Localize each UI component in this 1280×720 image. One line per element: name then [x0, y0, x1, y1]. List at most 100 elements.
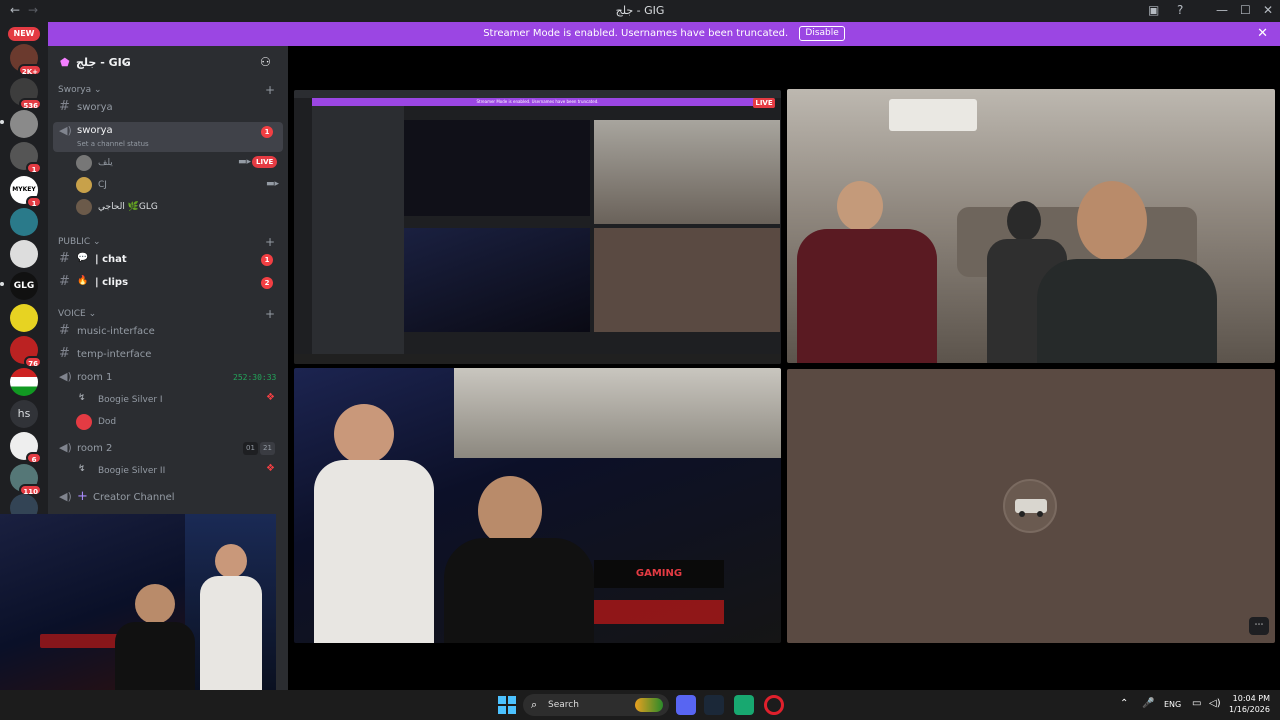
server-icon-9[interactable]	[10, 304, 38, 332]
server-icon-4[interactable]: 1	[10, 142, 42, 174]
close-icon[interactable]: ✕	[1263, 3, 1273, 17]
server-icon-14[interactable]: 110	[10, 464, 42, 496]
search-box[interactable]: ⌕ Search	[523, 694, 669, 716]
live-indicator: LIVE	[753, 98, 775, 108]
hashtag-icon: #	[59, 346, 70, 361]
microphone-icon[interactable]: 🎤	[1142, 698, 1154, 709]
fire-icon: 🔥	[77, 276, 89, 286]
app-taskbar-icon[interactable]	[734, 695, 754, 715]
speaker-icon: ◀)	[59, 490, 72, 503]
camera-tile-gaming[interactable]: GAMING	[294, 368, 781, 643]
speaker-icon: ◀)	[59, 370, 72, 383]
hashtag-icon: #	[59, 274, 70, 289]
network-icon[interactable]: ▭	[1192, 698, 1201, 709]
screen-share-tile[interactable]: Streamer Mode is enabled. Usernames have…	[294, 90, 781, 364]
channel-room-1[interactable]: ◀) room 1 252:30:33	[53, 368, 283, 388]
boost-icon: ⬟	[60, 56, 70, 69]
help-icon[interactable]: ?	[1177, 3, 1183, 17]
discord-taskbar-icon[interactable]	[676, 695, 696, 715]
disable-button[interactable]: Disable	[799, 25, 845, 41]
hashtag-icon: #	[59, 251, 70, 266]
speech-bubble-icon: 💬	[77, 253, 89, 263]
self-camera-preview[interactable]	[0, 514, 276, 692]
channel-creator[interactable]: ◀) + Creator Channel	[53, 488, 283, 508]
person-body	[1037, 259, 1217, 363]
clock-time[interactable]: 10:04 PM	[1230, 694, 1270, 703]
server-icon-6[interactable]	[10, 208, 38, 236]
new-badge[interactable]: NEW	[8, 27, 40, 41]
user-count: 01	[243, 442, 258, 455]
maximize-icon[interactable]: ☐	[1240, 3, 1251, 17]
mention-badge: 1	[26, 196, 42, 208]
person-head	[135, 584, 175, 624]
person-body	[115, 622, 195, 692]
channel-clips[interactable]: # 🔥 | clips 2	[53, 273, 283, 293]
add-channel-icon[interactable]: +	[265, 235, 275, 249]
server-icon-11[interactable]	[10, 368, 38, 396]
invite-people-icon[interactable]: ⚇	[260, 55, 271, 69]
stage-icon: ❖	[266, 392, 275, 403]
user-avatar	[1003, 479, 1057, 533]
volume-icon[interactable]: ◁)	[1209, 698, 1221, 709]
streamer-mode-banner: Streamer Mode is enabled. Usernames have…	[48, 22, 1280, 46]
avatar-tile[interactable]: ⋯	[787, 369, 1275, 643]
close-banner-icon[interactable]: ✕	[1257, 22, 1268, 46]
minimize-icon[interactable]: —	[1216, 3, 1228, 17]
channel-temp-interface[interactable]: # temp-interface	[53, 345, 283, 365]
category-voice[interactable]: VOICE ⌄ +	[58, 307, 275, 321]
unread-pip	[0, 120, 4, 124]
server-icon-13[interactable]: 6	[10, 432, 42, 464]
channel-chat[interactable]: # 💬 | chat 1	[53, 250, 283, 270]
server-icon-hs[interactable]: hs	[10, 400, 38, 428]
add-channel-icon[interactable]: +	[265, 83, 275, 97]
category-sworya[interactable]: Sworya ⌄ +	[58, 83, 275, 97]
inbox-icon[interactable]: ▣	[1148, 3, 1159, 17]
chevron-down-icon: ⌄	[120, 55, 130, 68]
mention-badge: 536	[19, 98, 42, 110]
search-placeholder: Search	[548, 700, 579, 710]
clock-date[interactable]: 1/16/2026	[1222, 705, 1270, 714]
camera-tile-room[interactable]	[787, 89, 1275, 363]
speaker-icon: ◀)	[59, 441, 72, 454]
title-bar: ← → جلج - GIG ▣ ? — ☐ ✕	[0, 0, 1280, 22]
server-icon-2[interactable]: 536	[10, 78, 42, 110]
mention-badge: 1	[26, 162, 42, 174]
person-body	[200, 576, 262, 692]
plus-icon: +	[77, 489, 88, 504]
channel-music-interface[interactable]: # music-interface	[53, 322, 283, 342]
server-icon-glg[interactable]: GLG	[10, 272, 38, 300]
more-options-icon[interactable]: ⋯	[1249, 617, 1269, 635]
steam-taskbar-icon[interactable]	[704, 695, 724, 715]
taskbar: ⌕ Search ⌃ 🎤 ENG ▭ ◁) 10:04 PM 1/16/2026	[0, 690, 1280, 720]
banner-message: Streamer Mode is enabled. Usernames have…	[483, 28, 789, 39]
opera-taskbar-icon[interactable]	[764, 695, 784, 715]
add-channel-icon[interactable]: +	[265, 307, 275, 321]
category-public[interactable]: PUBLIC ⌄ +	[58, 235, 275, 249]
server-icon-7[interactable]	[10, 240, 38, 268]
person-head	[334, 404, 394, 464]
channel-room-2[interactable]: ◀) room 2 01 21	[53, 439, 283, 459]
server-icon-mykey[interactable]: MYKEY 1	[10, 176, 42, 208]
search-highlight-icon	[635, 698, 663, 712]
neon-sign: GAMING	[594, 560, 724, 588]
channel-sworya-voice[interactable]: ◀) sworya 1 Set a channel status	[53, 122, 283, 152]
windows-start-icon[interactable]	[498, 696, 516, 714]
server-icon-3[interactable]	[10, 110, 38, 138]
voice-timer: 252:30:33	[233, 373, 277, 382]
server-icon-1[interactable]: 2K+	[10, 44, 42, 76]
camera-icon: ▬▸	[266, 179, 280, 189]
language-indicator[interactable]: ENG	[1164, 700, 1181, 709]
hashtag-icon: #	[59, 323, 70, 338]
server-icon-10[interactable]: 76	[10, 336, 42, 368]
person-head	[215, 544, 247, 578]
bot-icon: ↯	[78, 464, 86, 474]
mention-badge: 76	[24, 356, 42, 368]
channel-sworya-text[interactable]: # sworya	[53, 98, 283, 118]
channel-status[interactable]: Set a channel status	[77, 140, 149, 148]
red-led	[594, 600, 724, 624]
mention-badge: 6	[26, 452, 42, 464]
server-header[interactable]: ⬟ جلج - GIG ⌄ ⚇	[48, 46, 288, 80]
chevron-up-icon[interactable]: ⌃	[1120, 698, 1128, 709]
unread-badge: 1	[261, 254, 273, 266]
user-limit: 21	[260, 442, 275, 455]
